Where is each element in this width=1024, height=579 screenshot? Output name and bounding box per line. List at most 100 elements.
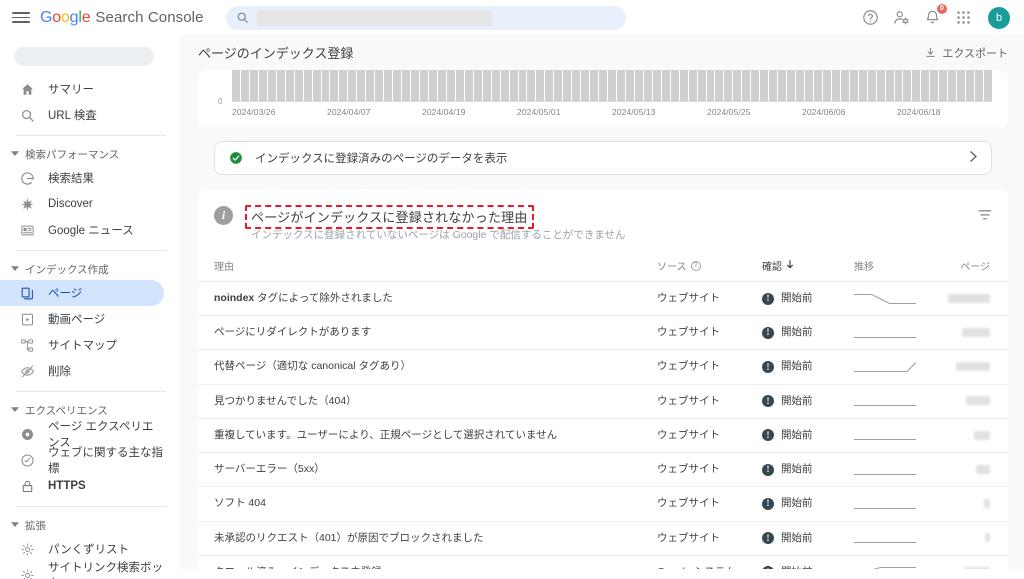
index-coverage-chart-card: 0 2024/03/26 2024/04/07 2024/04/19 2024/05/… <box>198 70 1008 127</box>
apps-grid-icon[interactable] <box>955 9 972 26</box>
table-row[interactable]: 見つかりませんでした（404） ウェブサイト! 開始前 <box>198 384 1008 419</box>
status-icon: ! <box>762 497 774 510</box>
chart-bar <box>464 70 473 101</box>
help-icon[interactable] <box>862 9 879 26</box>
cell-reason: 重複しています。ユーザーにより、正規ページとして選択されていません <box>198 418 641 454</box>
sidebar-item-search-results[interactable]: 検索結果 <box>0 165 164 191</box>
sidebar-item-core-web-vitals[interactable]: ウェブに関する主な指標 <box>0 447 164 475</box>
chart-bar <box>661 70 670 101</box>
export-button[interactable]: エクスポート <box>925 45 1008 61</box>
lock-icon <box>22 480 33 492</box>
property-selector-redacted[interactable] <box>14 47 154 66</box>
pages-count-redacted <box>974 430 990 440</box>
not-indexed-reasons-title: ページがインデックスに登録されなかった理由 <box>245 205 534 229</box>
cell-trend <box>838 452 930 488</box>
sidebar-item-pages[interactable]: ページ <box>0 280 164 306</box>
brand-product-name: Search Console <box>95 9 204 26</box>
chart-bar <box>393 70 402 101</box>
sidebar-item-discover[interactable]: Discover <box>0 191 164 217</box>
sidebar-item-sitelinks-searchbox[interactable]: サイトリンク検索ボックス <box>0 562 164 579</box>
not-indexed-reasons-card: i ページがインデックスに登録されなかった理由 インデックスに登録されていないペ… <box>198 189 1008 579</box>
cell-pages <box>930 521 1008 556</box>
cell-status: ! 開始前 <box>746 281 838 317</box>
chart-x-tick-label: 2024/06/06 <box>802 107 846 117</box>
column-header-pages[interactable]: ページ <box>930 252 1008 282</box>
chart-bar <box>348 70 357 101</box>
chart-x-tick-label: 2024/04/19 <box>422 107 466 117</box>
column-header-reason[interactable]: 理由 <box>198 252 641 282</box>
sidebar-item-sitemaps[interactable]: サイトマップ <box>0 332 164 358</box>
bottom-spacer <box>180 569 1024 579</box>
chart-bar <box>616 70 625 101</box>
sidebar-item-label: Discover <box>48 198 93 210</box>
chart-bar <box>384 70 393 101</box>
filter-icon[interactable] <box>978 205 992 224</box>
chart-bar <box>303 70 312 101</box>
chart-bar <box>733 70 742 101</box>
sidebar-item-url-inspection[interactable]: URL 検査 <box>0 102 164 128</box>
notifications-icon[interactable]: 0 <box>924 4 947 26</box>
cell-trend <box>838 349 930 385</box>
sidebar-group-enhancements[interactable]: 拡張 <box>0 514 180 536</box>
chart-bar <box>634 70 643 101</box>
chart-bar <box>840 70 849 101</box>
chart-bar <box>590 70 599 101</box>
sidebar-item-label: ウェブに関する主な指標 <box>48 447 163 475</box>
column-header-trend[interactable]: 推移 <box>838 252 930 282</box>
chart-bar <box>688 70 697 101</box>
chart-bar <box>563 70 572 101</box>
sidebar-item-label: 削除 <box>48 366 71 378</box>
chart-bar <box>312 70 321 101</box>
table-row[interactable]: ソフト 404 ウェブサイト! 開始前 <box>198 486 1008 522</box>
cell-status: ! 開始前 <box>746 418 838 454</box>
table-row[interactable]: 代替ページ（適切な canonical タグあり） ウェブサイト! 開始前 <box>198 349 1008 385</box>
table-row[interactable]: noindex タグによって除外されました ウェブサイト! 開始前 <box>198 281 1008 317</box>
status-icon: ! <box>762 532 774 545</box>
home-icon <box>22 83 33 95</box>
pages-count-redacted <box>976 464 990 474</box>
help-icon[interactable]: ? <box>690 260 701 271</box>
scroll-area[interactable]: 0 2024/03/26 2024/04/07 2024/04/19 2024/05/… <box>180 70 1024 579</box>
chevron-down-icon <box>10 407 20 413</box>
chart-bar <box>608 70 616 101</box>
news-icon <box>21 225 34 235</box>
status-badge: 開始前 <box>781 394 813 407</box>
sidebar-group-indexing[interactable]: インデックス作成 <box>0 258 180 280</box>
sidebar-item-removals[interactable]: 削除 <box>0 358 164 384</box>
cell-source: ウェブサイト <box>641 521 746 556</box>
chart-bar <box>706 70 715 101</box>
chart-bar <box>670 70 679 101</box>
avatar[interactable]: b <box>988 6 1010 29</box>
table-row[interactable]: ページにリダイレクトがあります ウェブサイト! 開始前 <box>198 315 1008 351</box>
chart-bar <box>876 70 885 101</box>
pages-count-redacted <box>962 327 990 337</box>
cell-status: ! 開始前 <box>746 315 838 351</box>
sidebar-item-video-pages[interactable]: 動画ページ <box>0 306 164 332</box>
chart-x-tick-label: 2024/05/13 <box>612 107 656 117</box>
table-row[interactable]: 重複しています。ユーザーにより、正規ページとして選択されていません ウェブサイト!… <box>198 418 1008 454</box>
sidebar-item-summary[interactable]: サマリー <box>0 76 164 102</box>
column-header-status[interactable]: 確認 <box>746 252 838 282</box>
chart-bar <box>267 70 276 101</box>
chart-bar <box>402 70 411 101</box>
app-body: サマリー URL 検査 検索パフォーマンス 検索結果 Discover Goog… <box>0 35 1024 579</box>
video-page-icon <box>22 313 33 325</box>
search-input-redacted[interactable] <box>256 9 492 26</box>
cell-source: ウェブサイト <box>641 418 746 454</box>
menu-icon[interactable] <box>12 9 30 27</box>
account-settings-icon[interactable] <box>893 9 910 26</box>
chevron-down-icon <box>10 266 20 272</box>
column-header-source[interactable]: ソース ? <box>641 252 746 282</box>
cell-reason: ソフト 404 <box>198 486 641 522</box>
chart-x-tick-label: 2024/04/07 <box>327 107 371 117</box>
table-row[interactable]: サーバーエラー（5xx） ウェブサイト! 開始前 <box>198 452 1008 488</box>
trend-sparkline <box>854 473 916 475</box>
table-row[interactable]: 未承認のリクエスト（401）が原因でブロックされました ウェブサイト! 開始前 <box>198 521 1008 556</box>
cell-reason: サーバーエラー（5xx） <box>198 452 641 488</box>
search-bar[interactable] <box>225 5 626 30</box>
sidebar-group-search-performance[interactable]: 検索パフォーマンス <box>0 143 180 165</box>
chart-bar <box>813 70 822 101</box>
sidebar-item-https[interactable]: HTTPS <box>0 473 164 499</box>
sidebar-item-google-news[interactable]: Google ニュース <box>0 217 164 243</box>
indexed-pages-banner[interactable]: インデックスに登録済みのページのデータを表示 <box>214 141 992 175</box>
